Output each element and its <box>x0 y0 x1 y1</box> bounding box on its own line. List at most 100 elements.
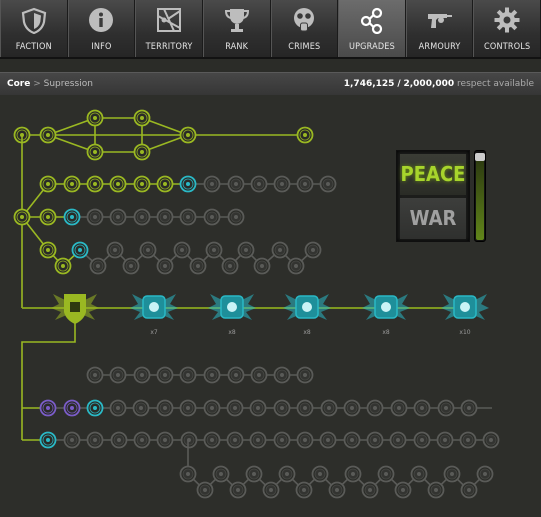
upgrade-node[interactable] <box>227 208 245 226</box>
upgrade-node[interactable] <box>156 366 174 384</box>
upgrade-node[interactable] <box>296 399 314 417</box>
upgrade-node[interactable] <box>71 241 89 259</box>
upgrade-node[interactable] <box>106 241 124 259</box>
upgrade-node[interactable] <box>389 431 407 449</box>
upgrade-node[interactable] <box>366 431 384 449</box>
upgrade-node[interactable] <box>482 431 500 449</box>
upgrade-node[interactable] <box>13 208 31 226</box>
upgrade-node[interactable] <box>203 431 221 449</box>
upgrade-node[interactable] <box>109 208 127 226</box>
upgrade-node[interactable] <box>196 481 214 499</box>
upgrade-node[interactable] <box>410 465 428 483</box>
upgrade-node[interactable] <box>476 465 494 483</box>
upgrade-node[interactable] <box>109 399 127 417</box>
upgrade-node[interactable] <box>343 431 361 449</box>
upgrade-node[interactable] <box>86 175 104 193</box>
upgrade-node[interactable] <box>262 481 280 499</box>
upgrade-node[interactable] <box>86 431 104 449</box>
upgrade-node[interactable] <box>156 175 174 193</box>
upgrade-node[interactable] <box>390 399 408 417</box>
upgrade-node[interactable] <box>122 257 140 275</box>
upgrade-node[interactable] <box>39 431 57 449</box>
upgrade-node[interactable] <box>226 399 244 417</box>
upgrade-node[interactable] <box>273 399 291 417</box>
upgrade-node[interactable] <box>253 257 271 275</box>
upgrade-node[interactable] <box>180 431 198 449</box>
breadcrumb-root[interactable]: Core <box>7 79 30 89</box>
branch-caduceus-icon[interactable]: x10 <box>441 294 489 336</box>
slider-knob[interactable] <box>475 153 485 161</box>
upgrade-node[interactable] <box>139 241 157 259</box>
tab-territory[interactable]: TERRITORY <box>135 0 203 57</box>
upgrade-node[interactable] <box>328 481 346 499</box>
upgrade-node[interactable] <box>133 175 151 193</box>
upgrade-node[interactable] <box>296 366 314 384</box>
branch-toxic-medkit-icon[interactable]: x8 <box>362 294 410 336</box>
upgrade-node[interactable] <box>86 143 104 161</box>
branch-winged-medkit-icon[interactable]: x8 <box>208 294 256 336</box>
upgrade-node[interactable] <box>437 399 455 417</box>
upgrade-node[interactable] <box>245 465 263 483</box>
upgrade-node[interactable] <box>203 208 221 226</box>
upgrade-node[interactable] <box>296 175 314 193</box>
upgrade-node[interactable] <box>229 481 247 499</box>
upgrade-node[interactable] <box>436 431 454 449</box>
upgrade-node[interactable] <box>296 126 314 144</box>
upgrade-node[interactable] <box>133 366 151 384</box>
peace-button[interactable]: PEACE <box>400 154 466 195</box>
upgrade-node[interactable] <box>39 208 57 226</box>
upgrade-node[interactable] <box>156 257 174 275</box>
upgrade-node[interactable] <box>273 366 291 384</box>
upgrade-node[interactable] <box>205 241 223 259</box>
upgrade-node[interactable] <box>133 109 151 127</box>
upgrade-node[interactable] <box>86 109 104 127</box>
upgrade-node[interactable] <box>319 431 337 449</box>
upgrade-node[interactable] <box>203 175 221 193</box>
upgrade-node[interactable] <box>54 257 72 275</box>
upgrade-node[interactable] <box>237 241 255 259</box>
upgrade-node[interactable] <box>249 399 267 417</box>
upgrade-node[interactable] <box>304 241 322 259</box>
upgrade-node[interactable] <box>394 481 412 499</box>
upgrade-node[interactable] <box>173 241 191 259</box>
upgrade-node[interactable] <box>250 366 268 384</box>
upgrade-node[interactable] <box>133 208 151 226</box>
war-button[interactable]: WAR <box>400 198 466 239</box>
upgrade-node[interactable] <box>250 175 268 193</box>
tab-armoury[interactable]: ARMOURY <box>405 0 474 57</box>
upgrade-node[interactable] <box>311 465 329 483</box>
upgrade-node[interactable] <box>344 465 362 483</box>
upgrade-node[interactable] <box>133 431 151 449</box>
upgrade-node[interactable] <box>227 175 245 193</box>
upgrade-node[interactable] <box>459 431 477 449</box>
upgrade-node[interactable] <box>377 465 395 483</box>
upgrade-node[interactable] <box>110 431 128 449</box>
upgrade-node[interactable] <box>226 431 244 449</box>
upgrade-node[interactable] <box>39 126 57 144</box>
upgrade-node[interactable] <box>295 481 313 499</box>
upgrade-node[interactable] <box>249 431 267 449</box>
upgrade-node[interactable] <box>63 208 81 226</box>
branch-skull-burst-icon[interactable]: x8 <box>283 294 331 336</box>
upgrade-node[interactable] <box>179 175 197 193</box>
upgrade-node[interactable] <box>179 208 197 226</box>
upgrade-node[interactable] <box>427 481 445 499</box>
upgrade-node[interactable] <box>227 366 245 384</box>
upgrade-node[interactable] <box>278 465 296 483</box>
upgrade-node[interactable] <box>212 465 230 483</box>
branch-winged-lightning-icon[interactable]: x7 <box>130 294 178 336</box>
upgrade-node[interactable] <box>179 399 197 417</box>
upgrade-node[interactable] <box>109 366 127 384</box>
upgrade-node[interactable] <box>287 257 305 275</box>
upgrade-node[interactable] <box>413 431 431 449</box>
upgrade-node[interactable] <box>413 399 431 417</box>
upgrade-node[interactable] <box>361 481 379 499</box>
tab-faction[interactable]: FACTION <box>0 0 68 57</box>
upgrade-node[interactable] <box>203 399 221 417</box>
upgrade-node[interactable] <box>273 175 291 193</box>
upgrade-node[interactable] <box>156 399 174 417</box>
tab-upgrades[interactable]: UPGRADES <box>338 0 406 57</box>
upgrade-node[interactable] <box>443 465 461 483</box>
upgrade-node[interactable] <box>89 257 107 275</box>
branch-shield-castle-icon[interactable] <box>51 294 99 324</box>
